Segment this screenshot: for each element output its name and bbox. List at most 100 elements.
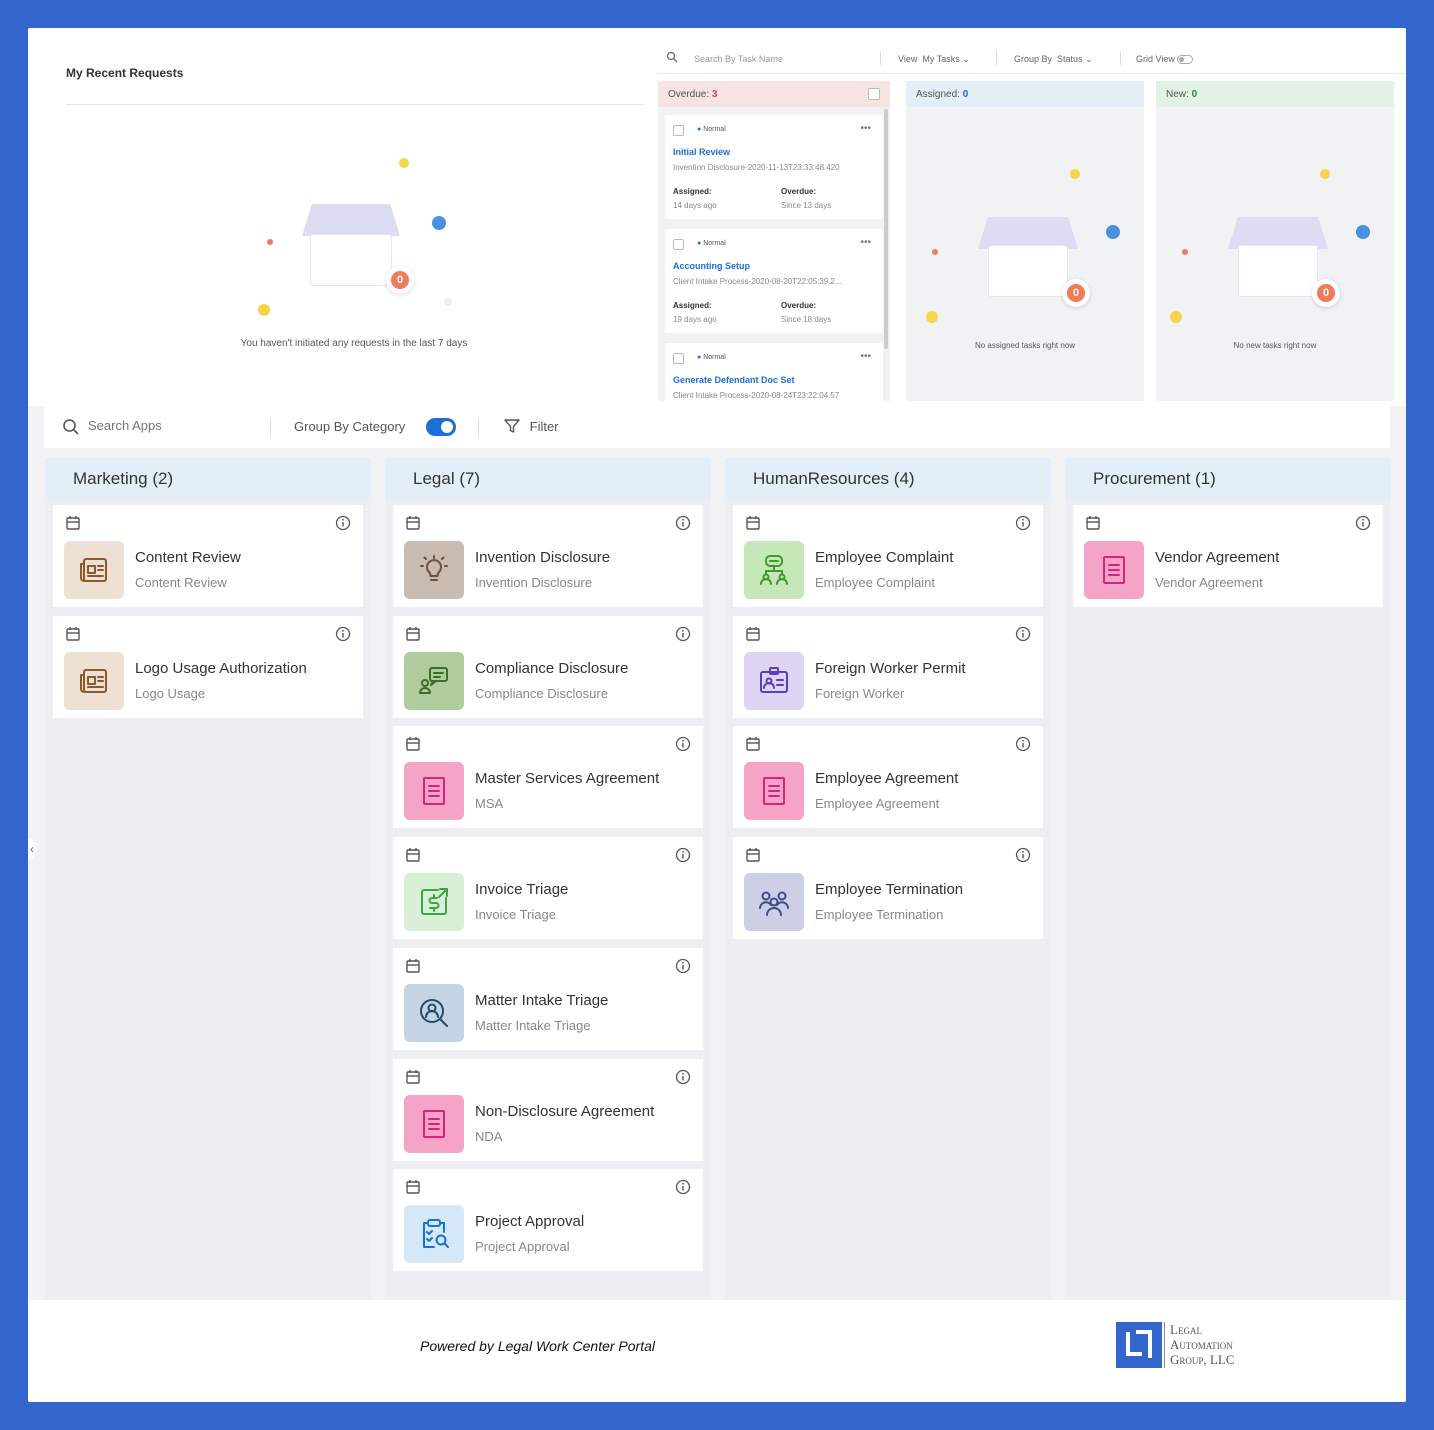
app-title[interactable]: Employee Complaint bbox=[815, 549, 953, 566]
more-options-icon[interactable]: ••• bbox=[860, 123, 871, 134]
app-subtitle: Vendor Agreement bbox=[1155, 575, 1263, 590]
recent-requests-panel: My Recent Requests 0 You haven't initiat… bbox=[44, 44, 654, 386]
calendar-icon[interactable] bbox=[405, 847, 421, 863]
search-icon[interactable] bbox=[666, 51, 678, 65]
app-card[interactable]: Master Services Agreement MSA bbox=[393, 726, 703, 829]
info-icon[interactable] bbox=[335, 515, 351, 531]
app-card[interactable]: Compliance Disclosure Compliance Disclosu… bbox=[393, 615, 703, 718]
calendar-icon[interactable] bbox=[405, 515, 421, 531]
app-card[interactable]: Project Approval Project Approval bbox=[393, 1169, 703, 1272]
app-card[interactable]: Logo Usage Authorization Logo Usage bbox=[53, 615, 363, 718]
divider bbox=[66, 104, 644, 105]
task-checkbox[interactable] bbox=[673, 125, 684, 136]
info-icon[interactable] bbox=[1015, 515, 1031, 531]
calendar-icon[interactable] bbox=[405, 958, 421, 974]
info-icon[interactable] bbox=[1015, 626, 1031, 642]
info-icon[interactable] bbox=[675, 1179, 691, 1195]
info-icon[interactable] bbox=[1355, 515, 1371, 531]
calendar-icon[interactable] bbox=[65, 626, 81, 642]
dashboard-top: My Recent Requests 0 You haven't initiat… bbox=[28, 28, 1406, 406]
task-card[interactable]: ● Normal ••• Initial Review Invention Di… bbox=[665, 115, 883, 219]
group-by-category-label: Group By Category bbox=[294, 419, 406, 434]
app-title[interactable]: Compliance Disclosure bbox=[475, 660, 628, 677]
app-title[interactable]: Content Review bbox=[135, 549, 241, 566]
app-card[interactable]: Non-Disclosure Agreement NDA bbox=[393, 1058, 703, 1161]
view-dropdown[interactable]: View My Tasks ⌄ bbox=[898, 54, 970, 65]
app-title[interactable]: Master Services Agreement bbox=[475, 770, 659, 787]
info-icon[interactable] bbox=[675, 958, 691, 974]
app-card[interactable]: Foreign Worker Permit Foreign Worker bbox=[733, 615, 1043, 718]
chevron-down-icon: ⌄ bbox=[1085, 54, 1093, 64]
task-checkbox[interactable] bbox=[673, 353, 684, 364]
lightbulb-icon bbox=[404, 541, 464, 599]
calendar-icon[interactable] bbox=[745, 736, 761, 752]
app-title[interactable]: Matter Intake Triage bbox=[475, 992, 608, 1009]
task-name-link[interactable]: Accounting Setup bbox=[673, 261, 750, 271]
task-name-link[interactable]: Initial Review bbox=[673, 147, 730, 157]
calendar-icon[interactable] bbox=[405, 1179, 421, 1195]
task-search-input[interactable]: Search By Task Name bbox=[694, 54, 783, 64]
task-name-link[interactable]: Generate Defendant Doc Set bbox=[673, 375, 795, 385]
calendar-icon[interactable] bbox=[745, 847, 761, 863]
category-header: Marketing (2) bbox=[45, 458, 371, 500]
app-card[interactable]: Employee Agreement Employee Agreement bbox=[733, 726, 1043, 829]
group-by-dropdown[interactable]: Group By Status ⌄ bbox=[1014, 54, 1093, 65]
task-card[interactable]: ● Normal ••• Accounting Setup Client Int… bbox=[665, 229, 883, 333]
more-options-icon[interactable]: ••• bbox=[860, 237, 871, 248]
info-icon[interactable] bbox=[675, 736, 691, 752]
group-icon bbox=[744, 873, 804, 932]
app-subtitle: Invoice Triage bbox=[475, 907, 556, 923]
collapse-handle[interactable]: ‹ bbox=[28, 838, 36, 860]
powered-by-text: Powered by Legal Work Center Portal bbox=[420, 1338, 655, 1354]
app-card[interactable]: Matter Intake Triage Matter Intake Triage bbox=[393, 947, 703, 1050]
calendar-icon[interactable] bbox=[745, 515, 761, 531]
app-title[interactable]: Employee Termination bbox=[815, 881, 963, 898]
calendar-icon[interactable] bbox=[405, 626, 421, 642]
new-count: 0 bbox=[1191, 89, 1198, 100]
app-title[interactable]: Foreign Worker Permit bbox=[815, 660, 966, 677]
app-title[interactable]: Project Approval bbox=[475, 1213, 584, 1230]
calendar-icon[interactable] bbox=[405, 1069, 421, 1085]
app-title[interactable]: Logo Usage Authorization bbox=[135, 660, 307, 677]
scrollbar[interactable] bbox=[884, 109, 888, 349]
app-title[interactable]: Vendor Agreement bbox=[1155, 549, 1279, 566]
app-card[interactable]: Employee Termination Employee Termination bbox=[733, 837, 1043, 940]
dollar-icon bbox=[404, 873, 464, 932]
info-icon[interactable] bbox=[1015, 847, 1031, 863]
filter-button[interactable]: Filter bbox=[504, 418, 559, 434]
calendar-icon[interactable] bbox=[1085, 515, 1101, 531]
info-icon[interactable] bbox=[1015, 736, 1031, 752]
info-icon[interactable] bbox=[675, 1069, 691, 1085]
calendar-icon[interactable] bbox=[745, 626, 761, 642]
app-title[interactable]: Invoice Triage bbox=[475, 881, 568, 898]
app-title[interactable]: Non-Disclosure Agreement bbox=[475, 1103, 654, 1120]
search-icon[interactable] bbox=[62, 418, 80, 439]
select-all-checkbox[interactable] bbox=[868, 88, 880, 100]
app-card[interactable]: Vendor Agreement Vendor Agreement bbox=[1073, 505, 1383, 607]
app-card[interactable]: Invoice Triage Invoice Triage bbox=[393, 837, 703, 940]
app-title[interactable]: Invention Disclosure bbox=[475, 549, 610, 566]
priority-pin-icon: ● bbox=[697, 354, 702, 361]
grid-view-toggle[interactable]: Grid View bbox=[1136, 54, 1194, 65]
app-title[interactable]: Employee Agreement bbox=[815, 770, 958, 787]
info-icon[interactable] bbox=[675, 515, 691, 531]
calendar-icon[interactable] bbox=[405, 736, 421, 752]
info-icon[interactable] bbox=[675, 626, 691, 642]
info-icon[interactable] bbox=[335, 626, 351, 642]
assigned-count: 0 bbox=[962, 89, 969, 100]
group-by-category-toggle[interactable] bbox=[426, 418, 456, 436]
app-card[interactable]: Employee Complaint Employee Complaint bbox=[733, 505, 1043, 607]
task-checkbox[interactable] bbox=[673, 239, 684, 250]
calendar-icon[interactable] bbox=[65, 515, 81, 531]
app-subtitle: Employee Agreement bbox=[815, 796, 940, 812]
app-subtitle: Compliance Disclosure bbox=[475, 685, 608, 701]
document-icon bbox=[404, 1094, 464, 1153]
more-options-icon[interactable]: ••• bbox=[860, 351, 871, 362]
people-chat-icon bbox=[744, 541, 804, 599]
search-apps-input[interactable] bbox=[88, 418, 258, 433]
app-card[interactable]: Invention Disclosure Invention Disclosure bbox=[393, 505, 703, 607]
info-icon[interactable] bbox=[675, 847, 691, 863]
document-icon bbox=[1084, 541, 1144, 599]
task-card[interactable]: ● Normal ••• Generate Defendant Doc Set … bbox=[665, 343, 883, 401]
app-card[interactable]: Content Review Content Review bbox=[53, 505, 363, 607]
